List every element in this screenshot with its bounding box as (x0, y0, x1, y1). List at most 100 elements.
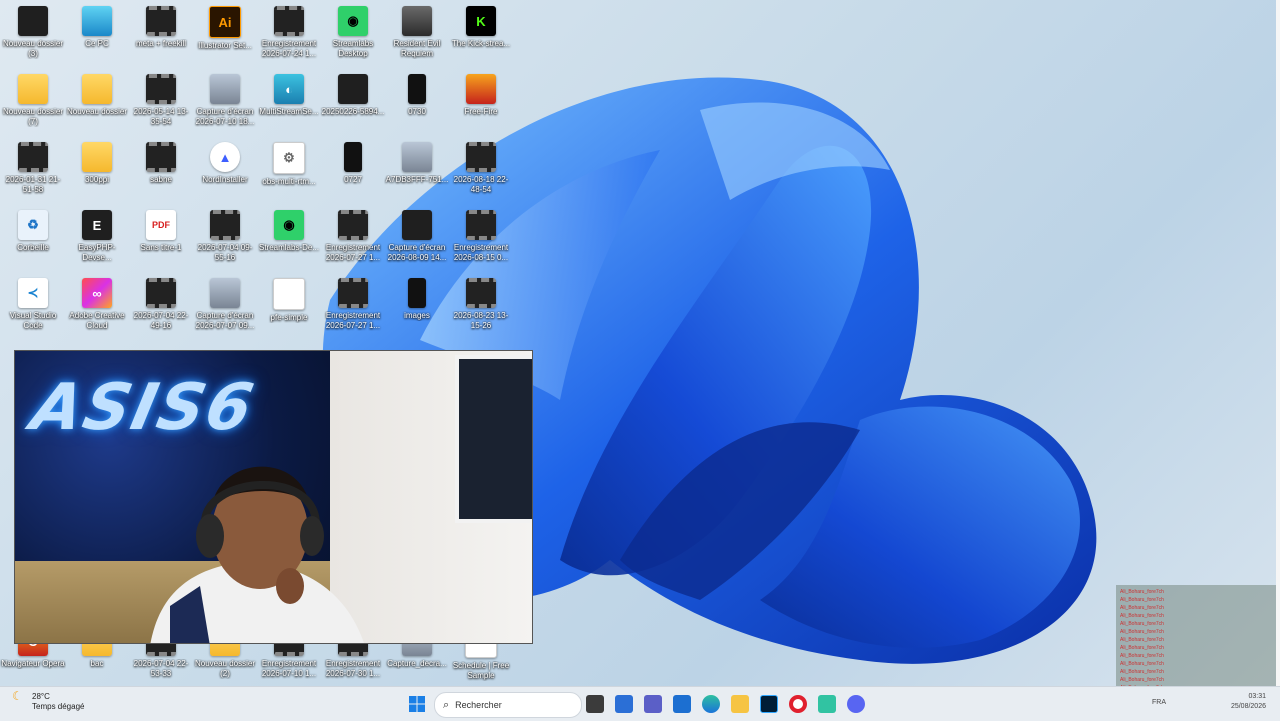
video-icon (274, 6, 304, 36)
desktop-icon-item[interactable]: ◐ MultiStreamSe... (256, 68, 322, 117)
desktop-icon-item[interactable]: ◉ Streamlabs Desktop (320, 0, 386, 59)
desktop-icon-item[interactable]: Free-Fire (448, 68, 514, 117)
search-icon: ⌕ (443, 698, 450, 711)
desktop-icon-label: Illustrator Set... (198, 41, 252, 50)
desktop-icon-item[interactable]: Enregistrement 2026-07-27 1... (320, 272, 386, 331)
teams-icon[interactable] (644, 695, 662, 713)
desktop-icon-item[interactable]: PDF Sans titre-1 (128, 204, 194, 253)
desktop-icon-label: 2026-08-18 22-48-54 (453, 175, 509, 194)
desktop-icon-label: Enregistrement 2026-07-24 1... (261, 39, 317, 58)
desktop-icon-item[interactable]: ⚙ obs-multi-rtm... (256, 136, 322, 187)
desktop-icon-item[interactable]: 300ppi (64, 136, 130, 185)
adobe-icon: ∞ (82, 278, 112, 308)
chat-message: Ali_Boharu_fore7ch (1120, 613, 1164, 619)
store-icon[interactable] (615, 695, 633, 713)
desktop-icon-label: NordInstaller (202, 175, 248, 184)
desktop-icon-item[interactable]: 0727 (320, 136, 386, 185)
video-icon (338, 278, 368, 308)
desktop-icon-label: A7DB3FFF-751... (385, 175, 449, 184)
desktop-icon-label: Ce PC (85, 39, 109, 48)
desktop-icon-label: 2026-05-14 13-35-54 (133, 107, 189, 126)
desktop-icon-item[interactable]: Nouveau dossier (7) (0, 68, 66, 127)
desktop-icon-item[interactable]: 2026-07-04 09-55-16 (192, 204, 258, 263)
folder-icon (18, 74, 48, 104)
desktop-icon-item[interactable]: Capture d'écran 2026-07-10 18... (192, 68, 258, 127)
video-icon (146, 74, 176, 104)
photoshop-icon[interactable] (760, 695, 778, 713)
vscode-icon: ≺ (18, 278, 48, 308)
desktop-icon-item[interactable]: Enregistrement 2026-07-27 1... (320, 204, 386, 263)
desktop-icon-item[interactable]: A7DB3FFF-751... (384, 136, 450, 185)
desktop-icon-label: 0730 (408, 107, 426, 116)
clock-time[interactable]: 03:31 (1231, 692, 1266, 702)
photo-icon (402, 142, 432, 172)
desktop-icon-item[interactable]: E EasyPHP-Devse... (64, 204, 130, 263)
mail-icon[interactable] (673, 695, 691, 713)
desktop-icon-item[interactable]: 20250226-5894... (320, 68, 386, 117)
desktop-icon-item[interactable]: 2026-01-31 21-51-58 (0, 136, 66, 195)
nord-icon: ▲ (210, 142, 240, 172)
file-explorer-icon[interactable] (731, 695, 749, 713)
desktop-icon-item[interactable]: 2026-08-18 22-48-54 (448, 136, 514, 195)
desktop-icon-item[interactable]: ≺ Visual Studio Code (0, 272, 66, 331)
desktop-icon-item[interactable]: sabne (128, 136, 194, 185)
desktop-icon-label: 300ppi (84, 175, 110, 184)
desktop-icon-item[interactable]: Resident Evil Requiem (384, 0, 450, 59)
desktop-icon-label: 20250226-5894... (321, 107, 385, 116)
multi-icon: ◐ (274, 74, 304, 104)
pc-icon (82, 6, 112, 36)
desktop-icon-label: 2026-07-04 09-55-16 (197, 243, 253, 262)
phone-icon (408, 74, 426, 104)
desktop-icon-item[interactable]: 2026-07-04 22-49-16 (128, 272, 194, 331)
desktop-icon-item[interactable]: Nouveau dossier (64, 68, 130, 117)
task-view-icon[interactable] (586, 695, 604, 713)
desktop-icon-label: Free-Fire (464, 107, 498, 116)
photo-icon (210, 74, 240, 104)
system-tray[interactable]: FRA 03:31 25/08/2026 (1152, 692, 1266, 712)
desktop-icon-label: meta + freekill (135, 39, 187, 48)
desktop-icon-item[interactable]: pfe-simple (256, 272, 322, 323)
opera-icon[interactable] (789, 695, 807, 713)
desktop-icon-item[interactable]: 2026-08-23 13-15-26 (448, 272, 514, 331)
edge-icon[interactable] (702, 695, 720, 713)
language-indicator[interactable]: FRA (1152, 698, 1166, 708)
start-icon[interactable] (408, 695, 426, 713)
desktop-icon-label: Capture d'écran 2026-07-07 09... (195, 311, 255, 330)
desktop-icon-item[interactable]: meta + freekill (128, 0, 194, 49)
desktop-icon-item[interactable]: images (384, 272, 450, 321)
doc-icon (273, 278, 305, 310)
video-icon (466, 210, 496, 240)
taskbar-search[interactable]: ⌕ Rechercher (434, 692, 582, 718)
desktop-icon-item[interactable]: Capture d'écran 2026-08-09 14... (384, 204, 450, 263)
desktop-icon-item[interactable]: ◉ Streamlabs-De... (256, 204, 322, 253)
chat-message: Ali_Boharu_fore7ch (1120, 629, 1164, 635)
desktop-icon-label: Capture d'écran 2026-08-09 14... (387, 243, 447, 262)
desktop-icon-item[interactable]: Ce PC (64, 0, 130, 49)
desktop-icon-item[interactable]: Nouveau dossier (3) (0, 0, 66, 59)
desktop-icon-label: Capture d'écran 2026-07-10 18... (195, 107, 255, 126)
taskbar: ☾ 28°C Temps dégagé ⌕ Rechercher FRA 03:… (0, 686, 1280, 721)
streamlabs-icon[interactable] (818, 695, 836, 713)
desktop-icon-label: pfe-simple (270, 313, 308, 322)
desktop-icon-item[interactable]: Ai Illustrator Set... (192, 0, 258, 51)
desktop-icon-item[interactable]: ∞ Adobe Creative Cloud (64, 272, 130, 331)
desktop-icon-item[interactable]: ▲ NordInstaller (192, 136, 258, 185)
green-icon: ◉ (338, 6, 368, 36)
desktop-icon-item[interactable]: 0730 (384, 68, 450, 117)
video-icon (338, 210, 368, 240)
video-icon (210, 210, 240, 240)
chat-message: Ali_Boharu_fore7ch (1120, 605, 1164, 611)
desktop-icon-item[interactable]: Capture d'écran 2026-07-07 09... (192, 272, 258, 331)
desktop-icon-item[interactable]: 2026-05-14 13-35-54 (128, 68, 194, 127)
weather-widget[interactable]: ☾ 28°C Temps dégagé (12, 690, 84, 711)
desktop-icon-item[interactable]: K The Kick-strea... (448, 0, 514, 49)
re-icon (402, 6, 432, 36)
desktop-icon-item[interactable]: Enregistrement 2026-07-24 1... (256, 0, 322, 59)
clock-date[interactable]: 25/08/2026 (1231, 702, 1266, 712)
desktop-icon-label: Enregistrement 2026-07-27 1... (325, 243, 381, 262)
desktop-icon-item[interactable]: Enregistrement 2026-08-15 0... (448, 204, 514, 263)
discord-icon[interactable] (847, 695, 865, 713)
webcam-neon-logo: ASIS6 (25, 371, 261, 445)
desktop-icon-item[interactable]: ♻ Corbeille (0, 204, 66, 253)
desktop-icon-label: Nouveau dossier (7) (2, 107, 64, 126)
